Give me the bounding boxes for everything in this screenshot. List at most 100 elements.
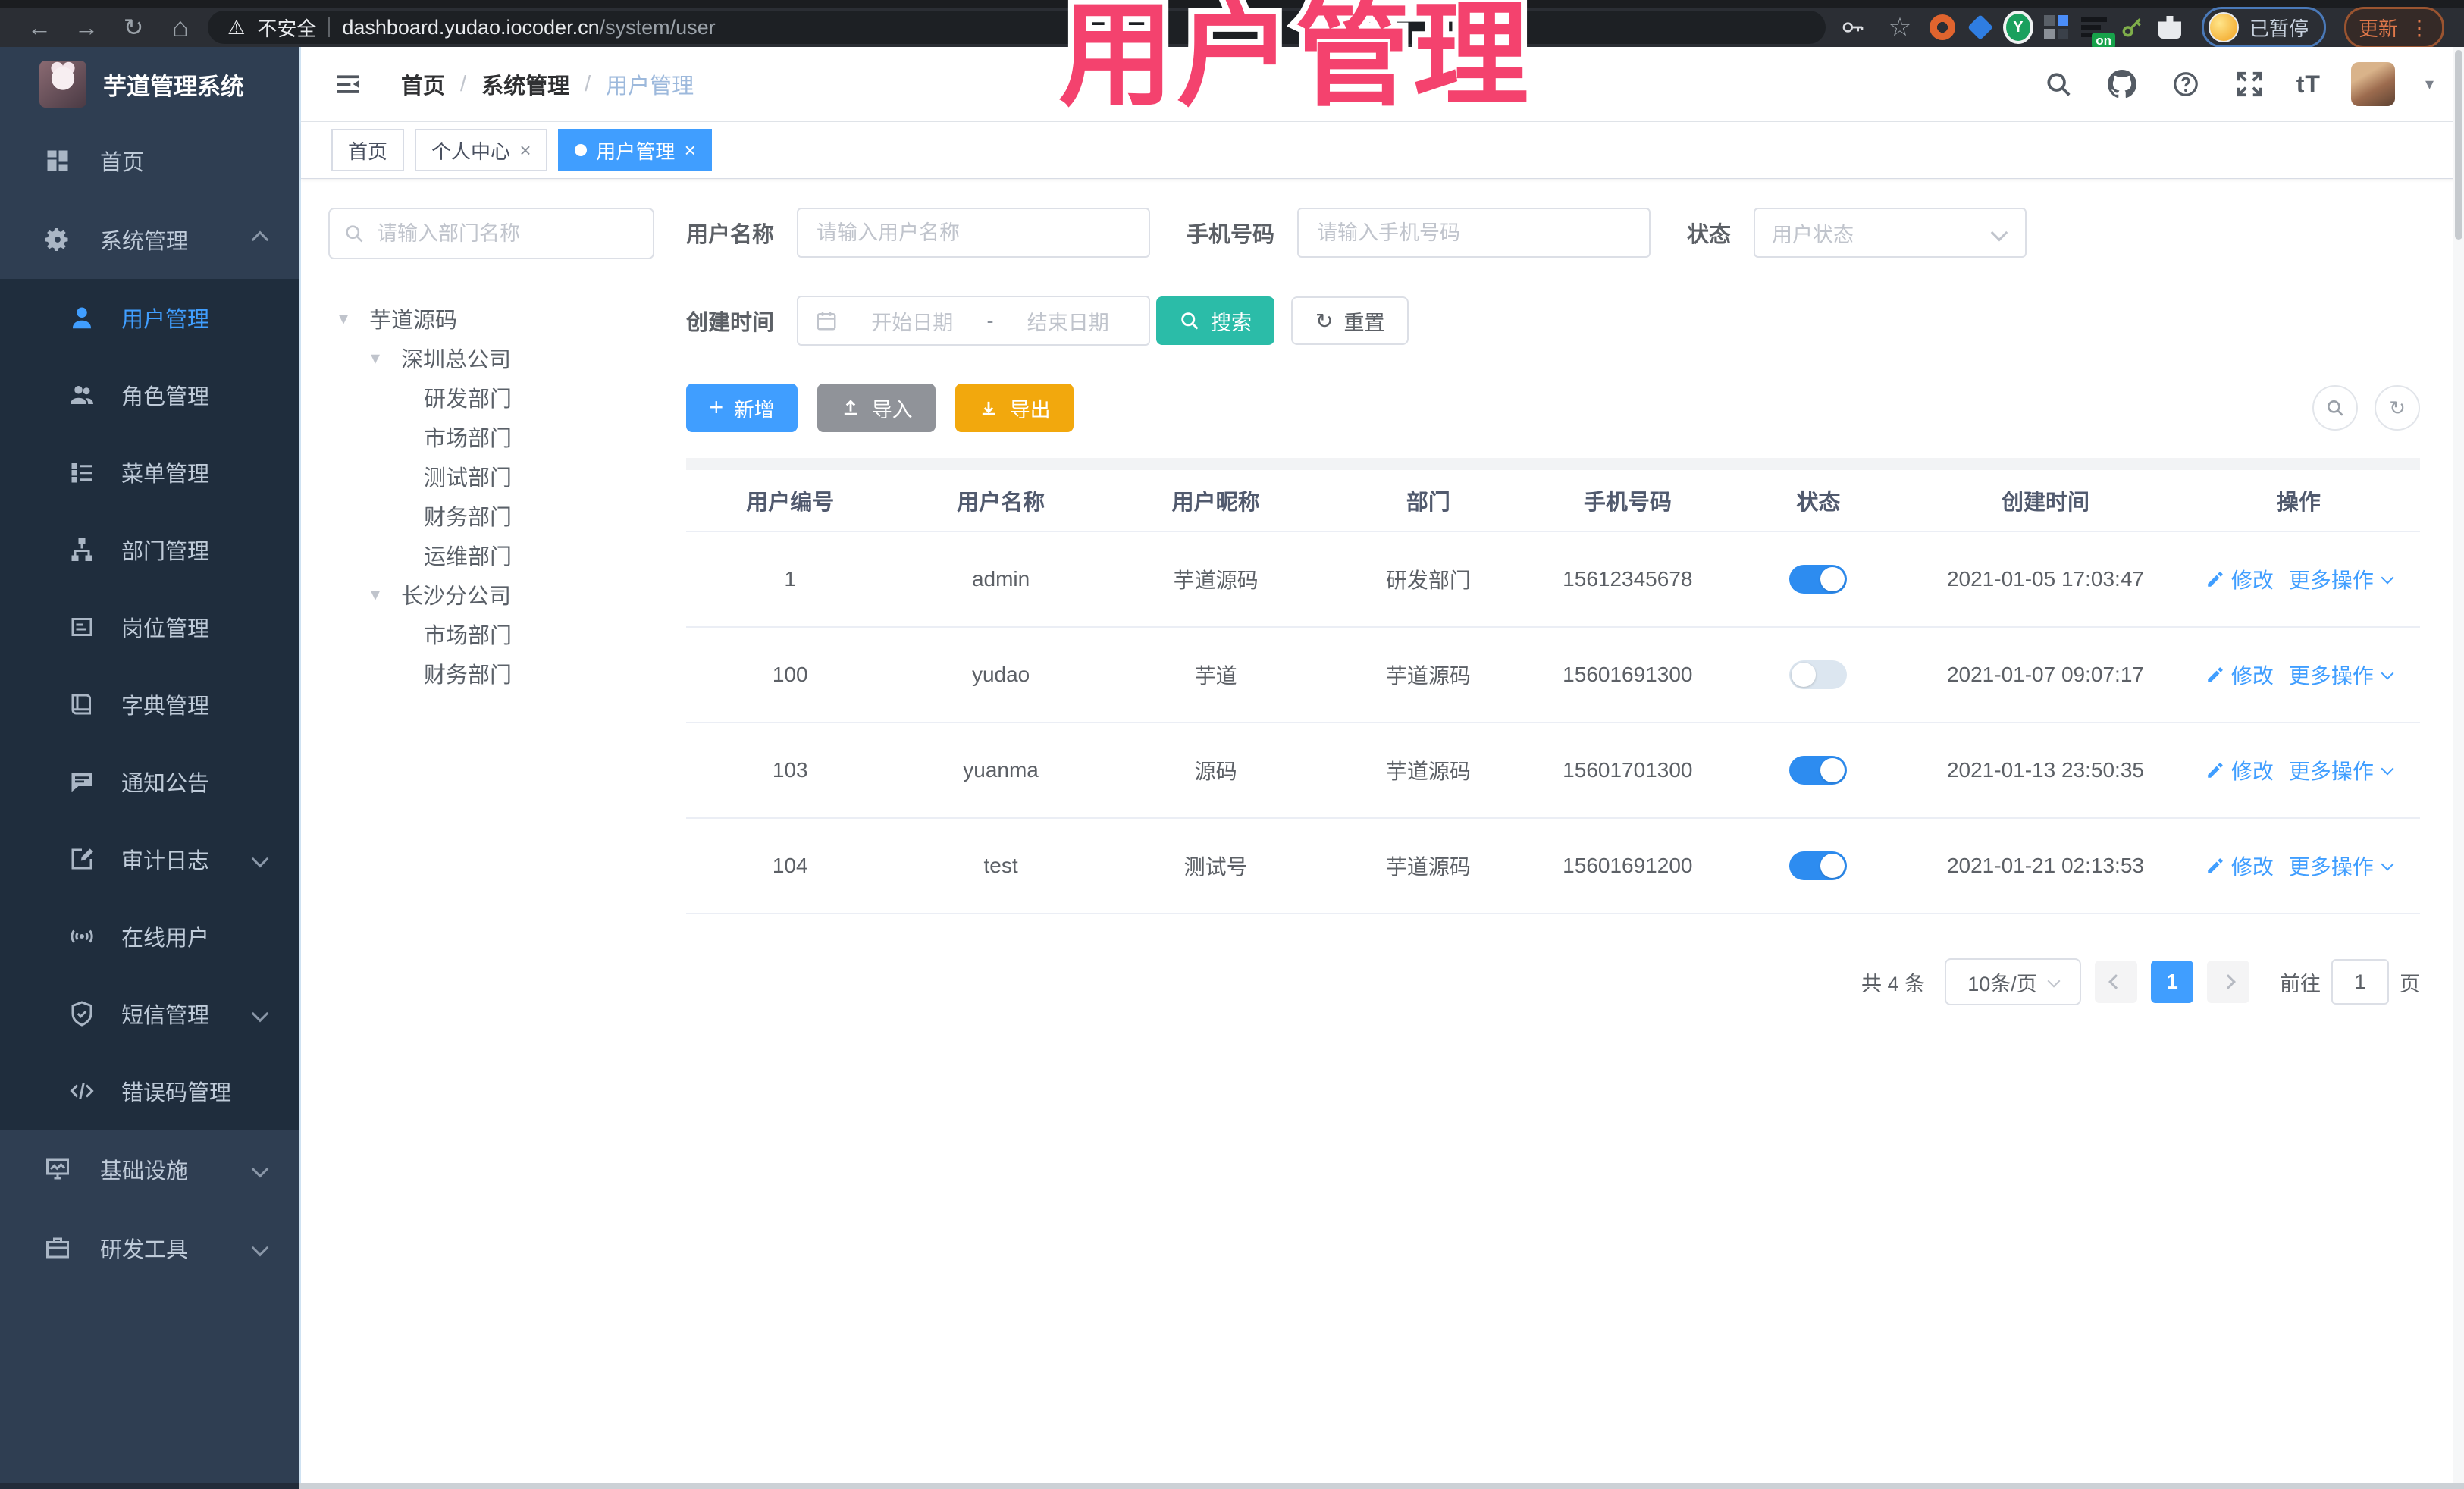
close-icon[interactable] [519,140,531,160]
extension-switch-icon[interactable]: on [2079,12,2115,49]
mobile-field[interactable] [1297,208,1651,258]
table-search-button[interactable] [2312,385,2358,431]
browser-update-button[interactable]: 更新 [2343,6,2444,49]
tree-node[interactable]: 市场部门 [328,614,654,654]
sidebar-item-devtools[interactable]: 研发工具 [0,1208,299,1287]
current-page-button[interactable]: 1 [2151,961,2193,1003]
user-avatar[interactable] [2350,62,2395,106]
add-button[interactable]: 新增 [686,384,798,432]
browser-home-icon[interactable] [161,11,200,44]
more-actions-link[interactable]: 更多操作 [2289,564,2394,594]
table-refresh-button[interactable] [2375,385,2420,431]
reset-button[interactable]: 重置 [1291,296,1409,345]
date-range-picker[interactable]: 开始日期 - 结束日期 [797,296,1151,346]
sidebar-item-infra[interactable]: 基础设施 [0,1130,299,1208]
help-icon[interactable] [2169,67,2202,101]
tree-node[interactable]: 运维部门 [328,535,654,575]
tree-node[interactable]: 研发部门 [328,378,654,417]
sidebar-item-online-users[interactable]: 在线用户 [0,898,299,975]
prev-page-button[interactable] [2095,961,2137,1003]
sidebar-item-home[interactable]: 首页 [0,121,299,200]
goto-page-input[interactable] [2331,959,2389,1005]
tree-node[interactable]: 长沙分公司 [328,575,654,614]
fullscreen-icon[interactable] [2233,67,2266,101]
breadcrumb-home[interactable]: 首页 [401,68,445,100]
scrollbar-thumb[interactable] [2455,50,2462,240]
username-input[interactable] [815,220,1133,246]
app-logo[interactable]: 芋道管理系统 [0,47,299,121]
sidebar-item-user-mgmt[interactable]: 用户管理 [0,279,299,356]
header-search-icon[interactable] [2042,67,2075,101]
edit-link[interactable]: 修改 [2205,564,2274,594]
status-toggle[interactable] [1789,660,1848,689]
caret-down-icon[interactable] [339,308,369,330]
tree-node-root[interactable]: 芋道源码 [328,299,654,338]
font-size-icon[interactable]: tT [2296,71,2321,99]
sidebar-item-role-mgmt[interactable]: 角色管理 [0,356,299,434]
github-icon[interactable] [2105,67,2139,101]
date-start-placeholder[interactable]: 开始日期 [848,306,977,336]
extension-gem-icon[interactable] [1965,12,1995,42]
sidebar-item-audit-log[interactable]: 审计日志 [0,820,299,898]
breadcrumb-system[interactable]: 系统管理 [481,68,569,100]
sidebar-item-menu-mgmt[interactable]: 菜单管理 [0,434,299,511]
date-end-placeholder[interactable]: 结束日期 [1005,306,1133,336]
insecure-label[interactable]: 不安全 [257,14,316,42]
status-toggle[interactable] [1789,851,1848,880]
sidebar-item-post-mgmt[interactable]: 岗位管理 [0,588,299,666]
sidebar-item-system[interactable]: 系统管理 [0,200,299,279]
tree-node[interactable]: 市场部门 [328,417,654,456]
sidebar-item-errcode-mgmt[interactable]: 错误码管理 [0,1052,299,1130]
tree-node[interactable]: 测试部门 [328,456,654,496]
dept-search-input[interactable] [375,221,639,246]
status-toggle[interactable] [1789,756,1848,785]
status-toggle[interactable] [1789,565,1848,594]
collapse-sidebar-icon[interactable] [331,69,365,99]
page-size-select[interactable]: 10条/页 [1945,958,2081,1005]
browser-profile-button[interactable]: 已暂停 [2201,7,2326,48]
browser-reload-icon[interactable] [114,11,153,44]
avatar-caret-icon[interactable] [2425,74,2434,94]
tab-user-mgmt[interactable]: 用户管理 [558,129,713,171]
edit-link[interactable]: 修改 [2205,660,2274,690]
browser-back-icon[interactable] [20,11,59,44]
export-button[interactable]: 导出 [955,384,1074,432]
dept-search-box[interactable] [328,208,654,259]
extension-orange-icon[interactable] [1927,12,1958,42]
tree-node[interactable]: 深圳总公司 [328,338,654,378]
edit-link[interactable]: 修改 [2205,755,2274,785]
tree-node[interactable]: 财务部门 [328,654,654,693]
browser-menu-icon[interactable] [2409,15,2430,40]
breadcrumb-current: 用户管理 [606,74,694,99]
extension-grid-icon[interactable] [2041,12,2071,42]
more-actions-link[interactable]: 更多操作 [2289,660,2394,690]
browser-forward-icon[interactable] [67,11,106,44]
bookmark-star-icon[interactable] [1880,11,1920,44]
extension-green-circle-icon[interactable]: Y [2002,11,2033,44]
edit-link[interactable]: 修改 [2205,851,2274,881]
status-select[interactable]: 用户状态 [1754,208,2027,258]
tab-profile[interactable]: 个人中心 [415,129,548,171]
more-actions-link[interactable]: 更多操作 [2289,851,2394,881]
import-button[interactable]: 导入 [817,384,936,432]
address-bar[interactable]: 不安全 dashboard.yudao.iocoder.cn/system/us… [208,11,1826,44]
extension-key-icon[interactable] [2117,12,2147,42]
tree-node[interactable]: 财务部门 [328,496,654,535]
password-key-icon[interactable] [1833,11,1873,44]
page-scrollbar[interactable] [2453,47,2464,1489]
tab-home[interactable]: 首页 [331,129,405,171]
caret-down-icon[interactable] [371,347,401,369]
search-button[interactable]: 搜索 [1156,296,1275,345]
sidebar-item-dict-mgmt[interactable]: 字典管理 [0,666,299,743]
extensions-puzzle-icon[interactable] [2155,12,2185,42]
sidebar-item-dept-mgmt[interactable]: 部门管理 [0,511,299,588]
mobile-input[interactable] [1315,220,1633,246]
sidebar-item-notice[interactable]: 通知公告 [0,743,299,820]
username-field[interactable] [797,208,1151,258]
sidebar-item-sms-mgmt[interactable]: 短信管理 [0,975,299,1052]
next-page-button[interactable] [2207,961,2249,1003]
close-icon[interactable] [684,140,695,160]
address-divider [328,17,331,37]
caret-down-icon[interactable] [371,584,401,606]
more-actions-link[interactable]: 更多操作 [2289,755,2394,785]
